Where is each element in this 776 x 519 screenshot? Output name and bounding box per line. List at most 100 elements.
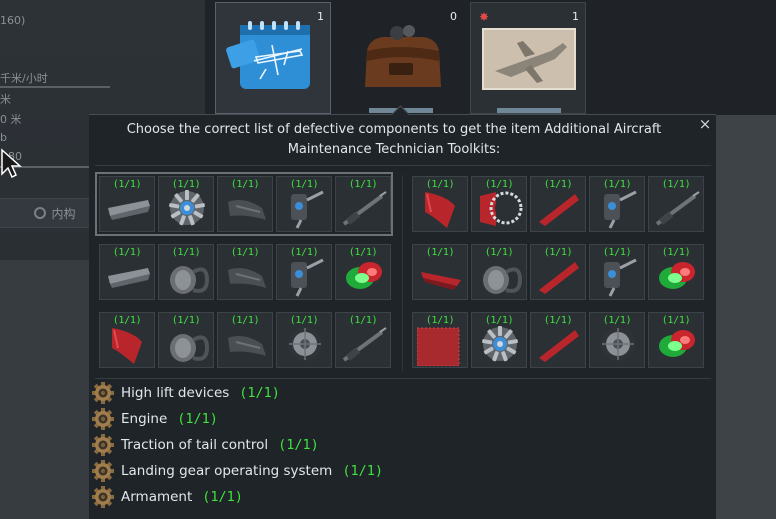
component-quantity: (1/1): [230, 179, 260, 190]
requirement-progress: (1/1): [239, 385, 280, 401]
gear-icon: [92, 460, 114, 482]
component-quantity: (1/1): [112, 247, 142, 258]
component-slot[interactable]: (1/1): [99, 176, 155, 232]
component-quantity: (1/1): [661, 315, 691, 326]
component-slot[interactable]: (1/1): [335, 244, 391, 300]
landing-gear-strut-icon: [291, 190, 324, 229]
red-engine-ring-icon: [480, 191, 523, 226]
requirement-progress: (1/1): [278, 437, 319, 453]
requirement-row: Landing gear operating system (1/1): [89, 458, 716, 484]
wheel-icon: [288, 327, 322, 361]
component-slot[interactable]: (1/1): [589, 176, 645, 232]
landing-gear-strut-icon: [291, 258, 324, 297]
requirement-progress: (1/1): [177, 411, 218, 427]
bg-stat-text: 米: [0, 93, 11, 106]
component-slot[interactable]: (1/1): [530, 244, 586, 300]
tail-control-icon: [228, 200, 266, 220]
component-slot[interactable]: (1/1): [217, 312, 273, 368]
bg-stat-bar: [0, 86, 110, 88]
component-slot[interactable]: (1/1): [471, 244, 527, 300]
red-tail-icon: [539, 194, 579, 226]
component-slot[interactable]: (1/1): [158, 312, 214, 368]
component-slot[interactable]: (1/1): [276, 312, 332, 368]
component-set-left: (1/1) (1/1) (1/1) (1/1) (1/1) (1/1) (1/1) (1/1)…: [99, 176, 391, 368]
component-slot[interactable]: (1/1): [471, 312, 527, 368]
component-slot[interactable]: (1/1): [276, 244, 332, 300]
component-quantity: (1/1): [661, 179, 691, 190]
requirements-list: High lift devices (1/1) Engine (1/1) Tra…: [89, 380, 716, 510]
requirement-name: Landing gear operating system: [121, 463, 333, 479]
component-slot[interactable]: (1/1): [412, 312, 468, 368]
component-slot[interactable]: (1/1): [589, 312, 645, 368]
radial-engine-icon: [482, 326, 518, 362]
requirement-name: High lift devices: [121, 385, 230, 401]
component-slot[interactable]: (1/1): [276, 176, 332, 232]
dialog-title: Choose the correct list of defective com…: [126, 122, 662, 157]
requirement-row: Armament (1/1): [89, 484, 716, 510]
landing-light-icon: [659, 330, 695, 357]
component-quantity: (1/1): [543, 179, 573, 190]
requirement-row: High lift devices (1/1): [89, 380, 716, 406]
craft-recipe-dialog: Choose the correct list of defective com…: [89, 105, 716, 519]
gear-icon: [92, 486, 114, 508]
component-quantity: (1/1): [484, 179, 514, 190]
mouse-cursor-icon: [1, 148, 22, 178]
wing-flap-icon: [108, 200, 150, 220]
wing-flap-icon: [108, 268, 150, 288]
background-panel-right: [716, 115, 776, 519]
component-slot[interactable]: (1/1): [335, 312, 391, 368]
component-slot[interactable]: (1/1): [99, 312, 155, 368]
red-tail-icon: [539, 330, 579, 362]
requirement-row: Engine (1/1): [89, 406, 716, 432]
gear-icon: [92, 408, 114, 430]
close-button[interactable]: ×: [696, 115, 714, 133]
inline-engine-icon: [483, 266, 523, 294]
red-panel-icon: [417, 327, 460, 366]
item-card-aircraft-photo[interactable]: ✸ 1: [470, 2, 586, 114]
blueprint-icon: [226, 21, 310, 89]
component-slot[interactable]: (1/1): [335, 176, 391, 232]
landing-light-icon: [659, 262, 695, 289]
component-slot[interactable]: (1/1): [217, 244, 273, 300]
component-quantity: (1/1): [425, 179, 455, 190]
landing-light-icon: [346, 262, 382, 289]
component-slot[interactable]: (1/1): [530, 312, 586, 368]
requirement-name: Traction of tail control: [121, 437, 269, 453]
item-card-blueprint[interactable]: 1: [215, 2, 331, 114]
component-quantity: (1/1): [425, 315, 455, 326]
red-wing-flap-icon: [421, 272, 461, 290]
toolkit-bag-icon: [365, 25, 441, 87]
gun-barrel-icon: [342, 327, 387, 362]
component-slot[interactable]: (1/1): [530, 176, 586, 232]
component-slot[interactable]: (1/1): [589, 244, 645, 300]
bg-stat-text: 0 米: [0, 113, 22, 126]
component-quantity: (1/1): [484, 315, 514, 326]
background-panel-lower: [0, 260, 90, 519]
component-slot[interactable]: (1/1): [99, 244, 155, 300]
component-slot[interactable]: (1/1): [412, 244, 468, 300]
tail-control-icon: [228, 336, 266, 356]
item-selected-bar: [497, 108, 561, 113]
component-quantity: (1/1): [289, 315, 319, 326]
component-slot[interactable]: (1/1): [217, 176, 273, 232]
component-quantity: (1/1): [543, 315, 573, 326]
component-slot[interactable]: (1/1): [471, 176, 527, 232]
item-card-toolkit[interactable]: 0: [342, 2, 464, 114]
component-slot[interactable]: (1/1): [648, 244, 704, 300]
component-slot[interactable]: (1/1): [158, 176, 214, 232]
bg-stat-text: 160): [0, 14, 26, 27]
component-quantity: (1/1): [602, 179, 632, 190]
component-slot[interactable]: (1/1): [648, 176, 704, 232]
component-quantity: (1/1): [425, 247, 455, 258]
component-quantity: (1/1): [661, 247, 691, 258]
component-slot[interactable]: (1/1): [648, 312, 704, 368]
component-slot[interactable]: (1/1): [158, 244, 214, 300]
component-quantity: (1/1): [112, 315, 142, 326]
component-slot[interactable]: (1/1): [412, 176, 468, 232]
component-quantity: (1/1): [602, 315, 632, 326]
requirement-name: Engine: [121, 411, 168, 427]
red-tail-icon: [539, 262, 579, 294]
internal-structure-label: 内构: [51, 206, 76, 221]
gear-icon: [92, 434, 114, 456]
red-aileron-icon: [112, 328, 142, 364]
